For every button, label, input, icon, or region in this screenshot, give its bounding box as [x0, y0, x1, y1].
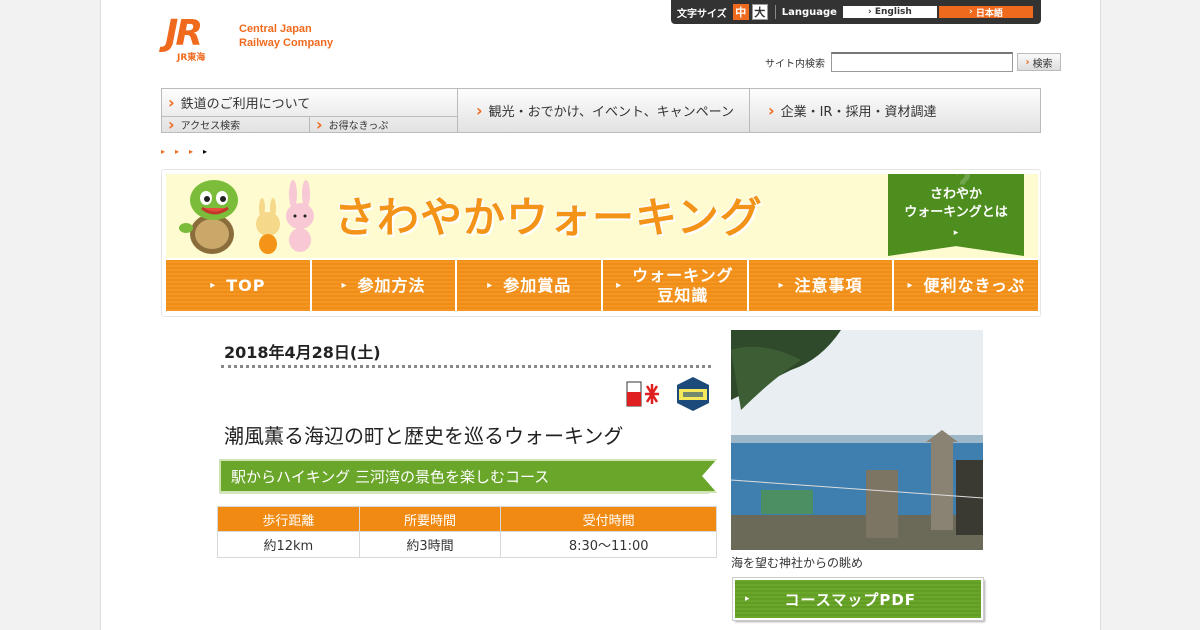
nav-tourism-label: 観光・おでかけ、イベント、キャンペーン — [488, 105, 735, 120]
tab-how-to-join[interactable]: 参加方法 — [312, 260, 458, 311]
breadcrumb-arrow-icon[interactable]: ▸ — [189, 147, 193, 156]
japanese-link[interactable]: › 日本語 — [938, 6, 1033, 19]
question-mark-icon: ? — [954, 165, 972, 200]
tab-how-to-join-label: 参加方法 — [357, 275, 426, 295]
logo-sub-text: JR東海 — [177, 53, 206, 63]
breadcrumb-arrow-icon[interactable]: ▸ — [175, 147, 179, 156]
banner-tabs: TOP 参加方法 参加賞品 ウォーキング 豆知識 注意事項 便利なきっぷ — [166, 258, 1038, 311]
ribbon-shadow — [219, 492, 709, 494]
triangle-icon: ▸ — [953, 228, 959, 238]
table-header: 所要時間 — [358, 506, 502, 532]
coast-photo — [731, 330, 983, 550]
nav-access-search[interactable]: アクセス検索 — [162, 117, 310, 132]
about-sawayaka-button[interactable]: ? さわやか ウォーキングとは ▸ — [888, 174, 1024, 256]
global-nav: 鉄道のご利用について アクセス検索 お得なきっぷ 観光・おでかけ、イベント、キャ… — [161, 88, 1041, 133]
search-input[interactable] — [831, 52, 1013, 72]
tab-walking-tips-label: ウォーキング 豆知識 — [632, 265, 734, 305]
english-link-label: English — [874, 7, 912, 17]
event-title: 潮風薫る海辺の町と歴史を巡るウォーキング — [224, 424, 624, 448]
tab-walking-tips[interactable]: ウォーキング 豆知識 — [603, 260, 749, 311]
nav-railway-sub: アクセス検索 お得なきっぷ — [162, 117, 457, 132]
course-map-pdf-button[interactable]: ▸ コースマップPDF — [732, 577, 984, 621]
divider — [774, 5, 776, 19]
jr-logo-mark: JR JR東海 — [165, 13, 229, 64]
table-cell: 約12km — [217, 531, 360, 558]
tab-notes[interactable]: 注意事項 — [749, 260, 895, 311]
logo-mark-text: JR — [165, 13, 203, 54]
tab-top[interactable]: TOP — [166, 260, 312, 311]
nav-tourism[interactable]: 観光・おでかけ、イベント、キャンペーン — [458, 89, 750, 132]
banner-title: さわやかウォーキング — [334, 193, 763, 242]
breadcrumb: ▸ ▸ ▸ ▸ — [161, 147, 207, 156]
utility-bar: 文字サイズ 中 大 Language › English › 日本語 — [671, 0, 1041, 24]
event-date: 2018年4月28日(土) — [224, 343, 381, 362]
tab-prizes[interactable]: 参加賞品 — [457, 260, 604, 311]
station-ribbon: 駅からハイキング 三河湾の景色を楽しむコース — [219, 459, 717, 493]
search-label: サイト内検索 — [765, 58, 825, 70]
font-size-medium-button[interactable]: 中 — [732, 4, 749, 20]
nav-railway[interactable]: 鉄道のご利用について — [162, 89, 457, 117]
font-size-large-button[interactable]: 大 — [751, 4, 768, 20]
tab-tickets-label: 便利なきっぷ — [923, 275, 1025, 295]
nav-corporate[interactable]: 企業・IR・採用・資材調達 — [750, 89, 1040, 132]
company-line-1: Central Japan — [239, 23, 312, 35]
triangle-icon: ▸ — [745, 594, 751, 604]
breadcrumb-arrow-icon[interactable]: ▸ — [161, 147, 165, 156]
tab-tickets[interactable]: 便利なきっぷ — [894, 260, 1038, 311]
kari-icon — [625, 380, 661, 408]
search-button[interactable]: 検索 — [1017, 53, 1061, 71]
tab-notes-label: 注意事項 — [794, 275, 863, 295]
photo-caption: 海を望む神社からの眺め — [731, 556, 864, 570]
dotted-divider — [221, 365, 711, 368]
tab-prizes-label: 参加賞品 — [503, 275, 572, 295]
event-info-table: 歩行距離 所要時間 受付時間 約12km 約3時間 8:30～11:00 — [217, 506, 717, 558]
tab-top-label: TOP — [226, 275, 266, 295]
language-label: Language — [781, 6, 837, 18]
english-link[interactable]: › English — [842, 6, 937, 18]
nav-access-label: アクセス検索 — [180, 121, 241, 132]
breadcrumb-arrow-icon: ▸ — [203, 147, 208, 156]
jr-central-logo[interactable]: JR JR東海 Central Japan Railway Company — [165, 13, 333, 64]
mascot-illustration-icon — [179, 180, 314, 254]
nav-discount-tickets[interactable]: お得なきっぷ — [310, 117, 457, 132]
site-search: サイト内検索 検索 — [765, 52, 1061, 72]
nav-railway-group: 鉄道のご利用について アクセス検索 お得なきっぷ — [162, 89, 458, 132]
japanese-link-label: 日本語 — [975, 8, 1003, 19]
table-row: 約12km 約3時間 8:30～11:00 — [217, 531, 717, 558]
font-size-label: 文字サイズ — [677, 8, 727, 20]
company-line-2: Railway Company — [239, 37, 334, 49]
search-button-label: 検索 — [1032, 58, 1053, 70]
about-line-2: ウォーキングとは — [904, 205, 1008, 220]
course-map-pdf-label: コースマップPDF — [784, 590, 917, 609]
sawayaka-walking-banner: さわやかウォーキング ? さわやか ウォーキングとは ▸ TOP 参加方法 参加… — [161, 169, 1041, 317]
page: JR JR東海 Central Japan Railway Company 文字… — [100, 0, 1101, 630]
table-cell: 約3時間 — [358, 531, 502, 558]
table-header: 受付時間 — [500, 506, 717, 532]
table-header: 歩行距離 — [217, 506, 360, 532]
nav-corporate-label: 企業・IR・採用・資材調達 — [780, 105, 937, 120]
company-name: Central Japan Railway Company — [239, 22, 333, 50]
nav-railway-label: 鉄道のご利用について — [180, 97, 311, 112]
table-header-row: 歩行距離 所要時間 受付時間 — [217, 506, 717, 532]
table-cell: 8:30～11:00 — [500, 531, 717, 558]
ippan-icon — [677, 377, 709, 411]
nav-tickets-label: お得なきっぷ — [328, 121, 389, 132]
